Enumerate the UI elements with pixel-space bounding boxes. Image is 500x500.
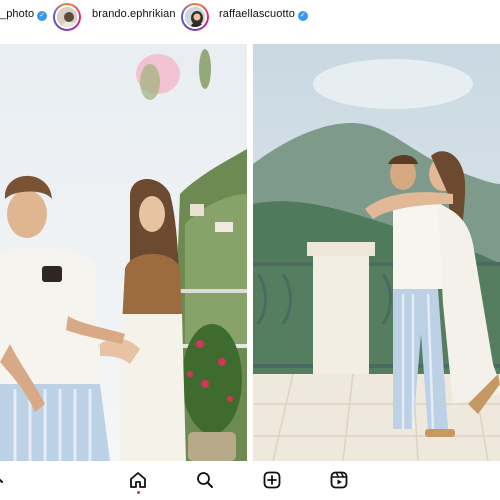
avatar-image — [55, 5, 79, 29]
photo-scene — [253, 44, 500, 461]
verified-badge-icon: ✓ — [37, 11, 48, 21]
avatar-person-icon — [57, 7, 77, 27]
verified-badge-icon: ✓ — [298, 11, 309, 21]
reels-icon[interactable] — [329, 470, 349, 490]
username-label: raffaellascuotto — [219, 8, 296, 20]
avatar-person-icon — [185, 7, 205, 27]
post-image-couple-terrace[interactable] — [0, 44, 247, 461]
chevron-left-icon[interactable] — [0, 470, 14, 490]
avatar-image — [183, 5, 207, 29]
home-icon[interactable] — [128, 470, 148, 490]
add-post-icon[interactable] — [262, 470, 282, 490]
avatar-brando[interactable] — [53, 3, 81, 31]
account-username-raffaella[interactable]: raffaellascuotto ✓ — [219, 8, 309, 21]
search-icon[interactable] — [195, 470, 215, 490]
active-indicator-dot — [137, 491, 140, 494]
photo-scene — [0, 44, 247, 461]
account-username-brando[interactable]: brando.ephrikian — [92, 8, 176, 20]
username-label: _photo — [0, 8, 35, 20]
post-image-couple-balcony[interactable] — [253, 44, 500, 461]
bottom-nav — [0, 462, 500, 500]
avatar-raffaella[interactable] — [181, 3, 209, 31]
accounts-bar: _photo ✓ brando.ephrikian raffaellascuott… — [0, 0, 500, 32]
account-username-photo[interactable]: _photo ✓ — [0, 8, 48, 21]
